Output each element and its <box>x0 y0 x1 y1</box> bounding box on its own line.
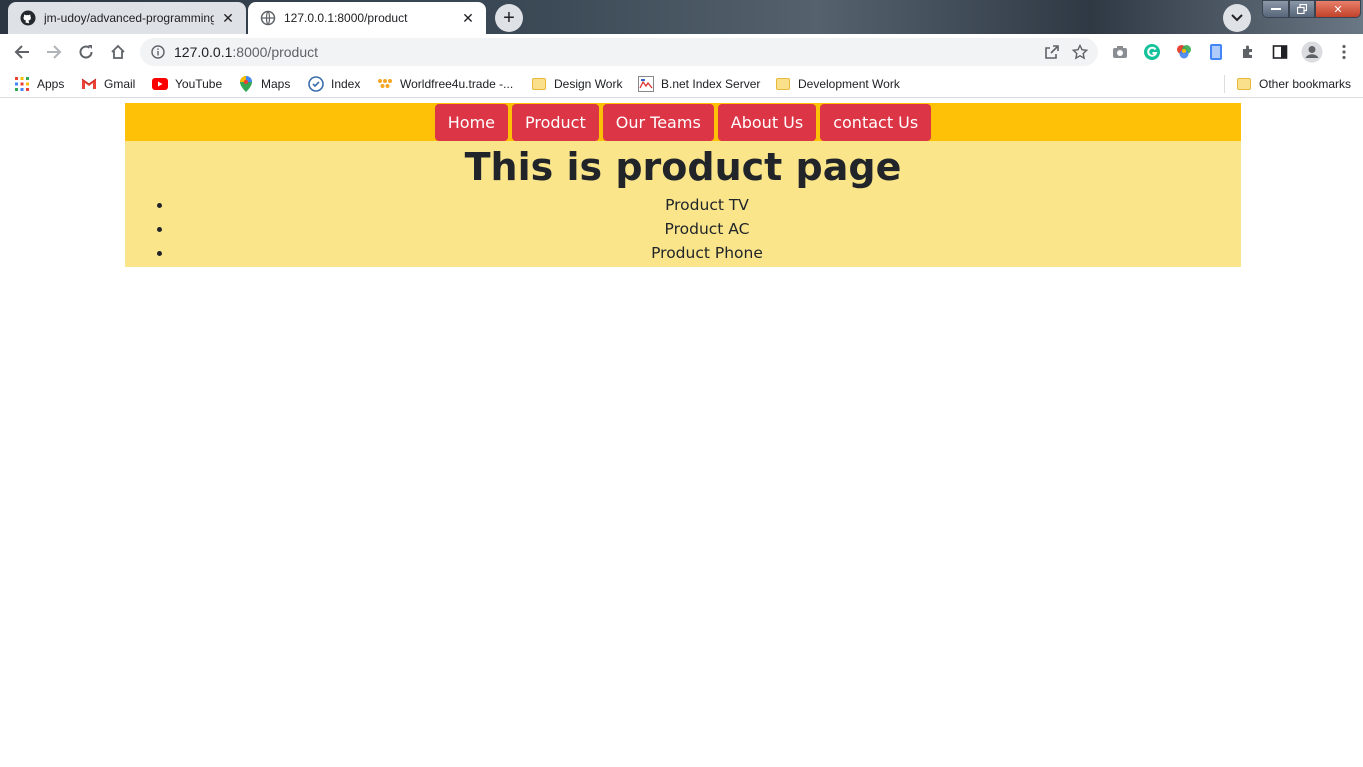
bookmark-other[interactable]: Other bookmarks <box>1236 75 1351 93</box>
bookmark-label: Maps <box>261 77 291 91</box>
chevron-down-icon <box>1231 14 1243 22</box>
github-icon <box>20 10 36 26</box>
url-text[interactable]: 127.0.0.1:8000/product <box>174 44 1038 60</box>
bookmark-youtube[interactable]: YouTube <box>152 75 222 93</box>
extension-doc-icon[interactable] <box>1202 38 1230 66</box>
globe-icon <box>260 10 276 26</box>
reload-icon <box>79 45 93 59</box>
reload-button[interactable] <box>72 38 100 66</box>
site-container: Home Product Our Teams About Us contact … <box>125 103 1241 267</box>
url-path: :8000/product <box>232 44 319 60</box>
star-icon[interactable] <box>1066 38 1094 66</box>
nav-product-button[interactable]: Product <box>512 104 599 141</box>
arrow-left-icon <box>14 45 29 59</box>
bookmark-label: Index <box>331 77 361 91</box>
bookmark-development-work[interactable]: Development Work <box>775 75 900 93</box>
bookmarks-bar: Apps Gmail YouTube Maps Index Worldfree4… <box>0 70 1363 98</box>
bookmark-label: B.net Index Server <box>661 77 761 91</box>
profile-avatar-icon[interactable] <box>1298 38 1326 66</box>
forward-button[interactable] <box>40 38 68 66</box>
bookmark-gmail[interactable]: Gmail <box>81 75 135 93</box>
close-icon: ✕ <box>1333 3 1343 16</box>
arrow-right-icon <box>47 45 62 59</box>
home-icon <box>111 44 125 59</box>
grammarly-icon[interactable] <box>1138 38 1166 66</box>
list-item: Product TV <box>173 193 1241 217</box>
bookmark-apps[interactable]: Apps <box>14 75 64 93</box>
nav-home-button[interactable]: Home <box>434 104 508 141</box>
share-icon[interactable] <box>1038 38 1066 66</box>
browser-title-bar: jm-udoy/advanced-programming ✕ 127.0.0.1… <box>0 0 1363 34</box>
bookmark-bnet[interactable]: B.net Index Server <box>638 75 760 93</box>
minimize-button[interactable] <box>1262 0 1289 18</box>
folder-icon <box>531 76 547 92</box>
browser-toolbar: 127.0.0.1:8000/product <box>0 34 1363 70</box>
bookmark-design-work[interactable]: Design Work <box>531 75 622 93</box>
address-bar[interactable]: 127.0.0.1:8000/product <box>140 38 1098 66</box>
youtube-icon <box>152 76 168 92</box>
info-icon[interactable] <box>150 44 166 60</box>
new-tab-button[interactable]: + <box>495 4 523 32</box>
list-item: Product Phone <box>173 241 1241 265</box>
apps-grid-icon <box>14 76 30 92</box>
tab-github[interactable]: jm-udoy/advanced-programming ✕ <box>8 2 246 34</box>
bookmark-index[interactable]: Index <box>308 75 360 93</box>
page-viewport: Home Product Our Teams About Us contact … <box>0 99 1363 767</box>
product-content: This is product page Product TV Product … <box>125 141 1241 267</box>
color-picker-icon[interactable] <box>1170 38 1198 66</box>
bookmark-label: Other bookmarks <box>1259 77 1352 91</box>
bookmarks-separator <box>1224 75 1225 93</box>
tab-title: 127.0.0.1:8000/product <box>284 11 408 25</box>
camera-icon[interactable] <box>1106 38 1134 66</box>
home-button[interactable] <box>104 38 132 66</box>
page-title: This is product page <box>464 145 902 189</box>
bookmark-maps[interactable]: Maps <box>238 75 290 93</box>
side-panel-icon[interactable] <box>1266 38 1294 66</box>
folder-icon <box>775 76 791 92</box>
worldfree-icon <box>377 76 393 92</box>
bnet-icon <box>638 76 654 92</box>
product-list: Product TV Product AC Product Phone <box>125 193 1241 265</box>
bookmark-label: Design Work <box>554 77 623 91</box>
close-icon[interactable]: ✕ <box>220 10 236 26</box>
minimize-icon <box>1270 8 1281 10</box>
bookmark-label: Apps <box>37 77 65 91</box>
restore-icon <box>1297 4 1307 14</box>
back-button[interactable] <box>8 38 36 66</box>
gmail-icon <box>81 76 97 92</box>
index-globe-icon <box>308 76 324 92</box>
tab-search-button[interactable] <box>1223 4 1251 32</box>
list-item: Product AC <box>173 217 1241 241</box>
bookmark-label: Gmail <box>104 77 136 91</box>
restore-button[interactable] <box>1289 0 1315 18</box>
folder-icon <box>1236 76 1252 92</box>
plus-icon: + <box>503 6 515 29</box>
tab-title: jm-udoy/advanced-programming <box>44 11 214 25</box>
nav-contact-us-button[interactable]: contact Us <box>820 104 932 141</box>
bookmark-label: Development Work <box>798 77 900 91</box>
tab-product[interactable]: 127.0.0.1:8000/product ✕ <box>248 2 486 34</box>
site-navbar: Home Product Our Teams About Us contact … <box>125 103 1241 141</box>
url-host: 127.0.0.1 <box>174 44 233 60</box>
bookmark-label: Worldfree4u.trade -... <box>400 77 514 91</box>
nav-our-teams-button[interactable]: Our Teams <box>602 104 714 141</box>
close-icon[interactable]: ✕ <box>460 10 476 26</box>
bookmark-worldfree[interactable]: Worldfree4u.trade -... <box>377 75 513 93</box>
menu-dots-icon[interactable] <box>1330 38 1358 66</box>
bookmark-label: YouTube <box>175 77 223 91</box>
maps-pin-icon <box>238 76 254 92</box>
nav-about-us-button[interactable]: About Us <box>717 104 817 141</box>
window-close-button[interactable]: ✕ <box>1315 0 1361 18</box>
puzzle-icon[interactable] <box>1234 38 1262 66</box>
